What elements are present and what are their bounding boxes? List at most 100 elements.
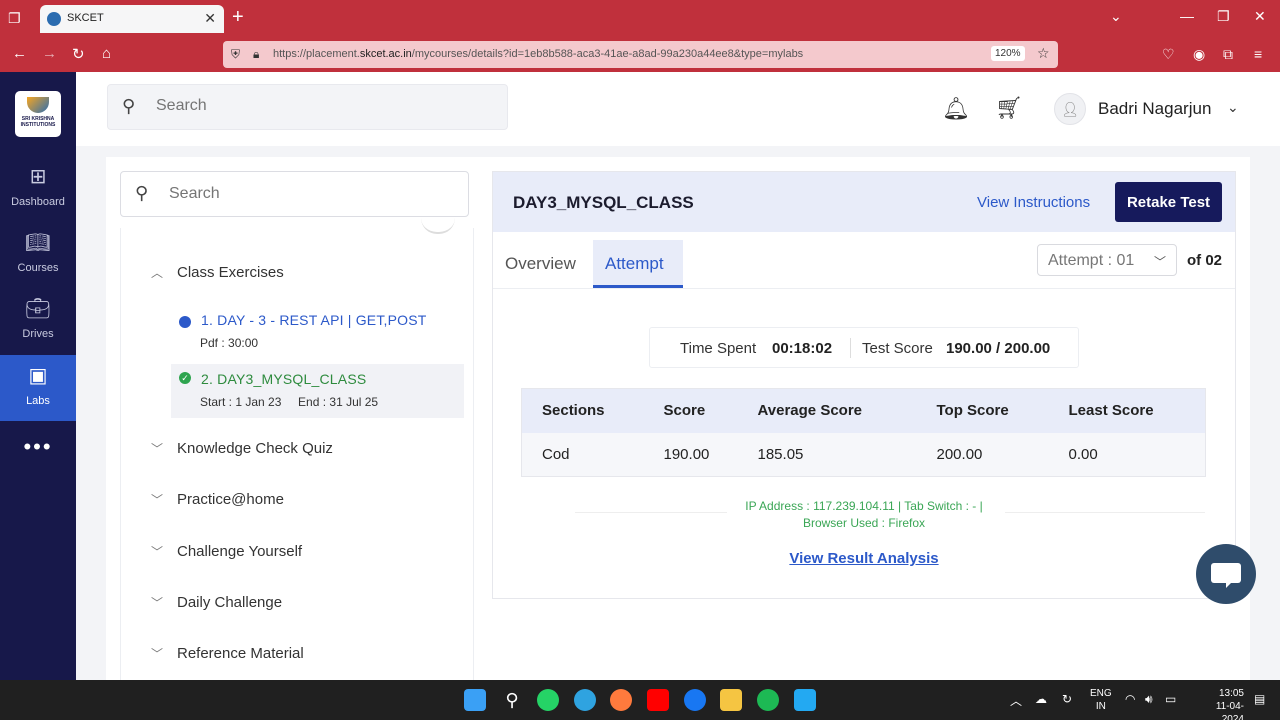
extensions-icon[interactable]: ⧉ bbox=[1223, 46, 1233, 63]
pocket-icon[interactable]: ♡ bbox=[1162, 46, 1175, 63]
completed-check-icon: ✓ bbox=[179, 372, 191, 384]
chevron-down-icon: ﹀ bbox=[151, 545, 164, 559]
edge-icon[interactable] bbox=[574, 689, 596, 711]
group-class-exercises[interactable]: ︿ Class Exercises bbox=[151, 264, 284, 281]
group-challenge-yourself[interactable]: ﹀ Challenge Yourself bbox=[151, 543, 302, 560]
tab-overview-icon[interactable]: ❐ bbox=[8, 10, 24, 26]
browser-navbar: ← → ↻ ⌂ ⛨ 🔒︎ https://placement.skcet.ac.… bbox=[0, 37, 1280, 72]
tab-close-icon[interactable]: ✕ bbox=[204, 10, 216, 27]
top-header: ⚲ 🔔︎ 🛒︎ 👤︎ Badri Nagarjun ⌄ bbox=[76, 72, 1280, 146]
view-result-analysis-link[interactable]: View Result Analysis bbox=[493, 550, 1235, 567]
search-icon[interactable]: ⚲ bbox=[501, 689, 523, 711]
chevron-down-icon: ﹀ bbox=[151, 493, 164, 507]
chevron-down-icon[interactable]: ⌄ bbox=[1227, 99, 1239, 116]
chevron-up-icon: ︿ bbox=[151, 266, 164, 280]
wifi-icon[interactable]: ◠ bbox=[1125, 692, 1135, 706]
chevron-down-icon: ﹀ bbox=[151, 647, 164, 661]
sidebar-item-courses[interactable]: 📖︎ Courses bbox=[0, 222, 76, 284]
shield-icon[interactable]: ⛨ bbox=[231, 47, 240, 62]
url-bar[interactable]: ⛨ 🔒︎ https://placement.skcet.ac.in/mycou… bbox=[223, 41, 1058, 68]
youtube-icon[interactable] bbox=[647, 689, 669, 711]
tab-overview[interactable]: Overview bbox=[505, 254, 576, 274]
exercise-meta: Pdf : 30:00 bbox=[200, 336, 259, 350]
ip-info: IP Address : 117.239.104.11 | Tab Switch… bbox=[493, 498, 1235, 532]
notification-icon[interactable]: ▤ bbox=[1254, 692, 1265, 706]
briefcase-icon: 💼︎ bbox=[25, 298, 51, 320]
onedrive-cloud-icon[interactable]: ☁ bbox=[1035, 692, 1047, 706]
tab-attempt[interactable]: Attempt bbox=[593, 240, 683, 288]
more-icon[interactable]: ••• bbox=[0, 434, 76, 460]
new-tab-icon[interactable]: + bbox=[232, 6, 244, 29]
attempt-header: DAY3_MYSQL_CLASS View Instructions Retak… bbox=[493, 172, 1235, 232]
chat-button[interactable] bbox=[1196, 544, 1256, 604]
user-name[interactable]: Badri Nagarjun bbox=[1098, 99, 1211, 119]
spotify-icon[interactable] bbox=[757, 689, 779, 711]
table-cell: 200.00 bbox=[916, 432, 1049, 477]
clock[interactable]: 13:05 11-04-2024 bbox=[1210, 687, 1244, 720]
cart-icon[interactable]: 🛒︎ bbox=[995, 95, 1023, 121]
avatar[interactable]: 👤︎ bbox=[1054, 93, 1086, 125]
browser-tab[interactable]: SKCET ✕ bbox=[40, 5, 224, 33]
lock-icon[interactable]: 🔒︎ bbox=[253, 47, 259, 62]
sidebar-item-label: Dashboard bbox=[11, 196, 65, 208]
reload-icon[interactable]: ↻ bbox=[72, 45, 85, 63]
test-score-label: Test Score bbox=[862, 340, 933, 357]
whatsapp-icon[interactable] bbox=[537, 689, 559, 711]
account-icon[interactable]: ◉ bbox=[1193, 46, 1205, 63]
back-icon[interactable]: ← bbox=[12, 45, 27, 62]
sidebar-item-dashboard[interactable]: ⊞ Dashboard bbox=[0, 156, 76, 218]
group-knowledge-check[interactable]: ﹀ Knowledge Check Quiz bbox=[151, 440, 333, 457]
divider bbox=[850, 338, 851, 358]
restore-icon[interactable]: ❐ bbox=[1217, 8, 1230, 25]
tab-list-icon[interactable]: ⌄ bbox=[1110, 8, 1122, 25]
header-search[interactable]: ⚲ bbox=[107, 84, 508, 130]
attempt-count: of 02 bbox=[1187, 252, 1223, 269]
menu-icon[interactable]: ≡ bbox=[1254, 46, 1262, 62]
sidebar-item-drives[interactable]: 💼︎ Drives bbox=[0, 288, 76, 350]
chevron-down-icon: ﹀ bbox=[151, 442, 164, 456]
language-indicator[interactable]: ENG IN bbox=[1090, 687, 1112, 713]
exercise-list: ︿ Class Exercises 1. DAY - 3 - REST API |… bbox=[120, 228, 474, 680]
group-label: Knowledge Check Quiz bbox=[177, 440, 333, 457]
table-row: Cod 190.00 185.05 200.00 0.00 bbox=[521, 432, 1206, 477]
group-practice-home[interactable]: ﹀ Practice@home bbox=[151, 491, 284, 508]
exercise-search[interactable]: ⚲ bbox=[120, 171, 469, 217]
vscode-icon[interactable] bbox=[794, 689, 816, 711]
retake-test-button[interactable]: Retake Test bbox=[1115, 182, 1222, 222]
header-search-input[interactable] bbox=[156, 97, 486, 115]
logo-mark bbox=[27, 97, 49, 113]
exercise-search-input[interactable] bbox=[169, 185, 449, 203]
volume-icon[interactable]: 🔊︎ bbox=[1145, 692, 1153, 707]
facebook-icon[interactable] bbox=[684, 689, 706, 711]
view-instructions-link[interactable]: View Instructions bbox=[977, 194, 1090, 211]
app-sidebar: SRI KRISHNA INSTITUTIONS ⊞ Dashboard 📖︎ … bbox=[0, 72, 76, 680]
url-text[interactable]: https://placement.skcet.ac.in/mycourses/… bbox=[273, 48, 803, 60]
table-header: Score bbox=[643, 388, 738, 433]
list-item[interactable]: 1. DAY - 3 - REST API | GET,POST Pdf : 3… bbox=[171, 312, 464, 352]
table-header: Top Score bbox=[916, 388, 1049, 433]
notification-bell-icon[interactable]: 🔔︎ bbox=[942, 96, 970, 122]
skcet-logo[interactable]: SRI KRISHNA INSTITUTIONS bbox=[15, 91, 61, 137]
minimize-icon[interactable]: — bbox=[1180, 8, 1194, 24]
battery-icon[interactable]: ▭ bbox=[1165, 692, 1176, 706]
book-icon: 📖︎ bbox=[25, 232, 51, 254]
chat-bubble-tail bbox=[1226, 581, 1233, 588]
window-close-icon[interactable]: ✕ bbox=[1254, 8, 1266, 25]
tray-chevron-up-icon[interactable]: ︿ bbox=[1010, 692, 1022, 709]
list-item[interactable]: ✓ 2. DAY3_MYSQL_CLASS Start : 1 Jan 23 E… bbox=[171, 364, 464, 418]
region-code: IN bbox=[1095, 701, 1106, 712]
sync-icon[interactable]: ↻ bbox=[1062, 692, 1072, 706]
bookmark-star-icon[interactable]: ☆ bbox=[1037, 45, 1050, 62]
sidebar-item-labs[interactable]: ▣ Labs bbox=[0, 355, 76, 421]
tab-title: SKCET bbox=[67, 12, 104, 24]
file-explorer-icon[interactable] bbox=[720, 689, 742, 711]
attempt-select[interactable]: Attempt : 01 ﹀ bbox=[1037, 244, 1177, 276]
group-reference-material[interactable]: ﹀ Reference Material bbox=[151, 645, 304, 662]
firefox-icon[interactable] bbox=[610, 689, 632, 711]
home-icon[interactable]: ⌂ bbox=[102, 45, 111, 62]
zoom-level[interactable]: 120% bbox=[991, 46, 1025, 61]
sidebar-item-label: Labs bbox=[26, 395, 50, 407]
group-daily-challenge[interactable]: ﹀ Daily Challenge bbox=[151, 594, 282, 611]
windows-start-icon[interactable] bbox=[464, 689, 486, 711]
forward-icon[interactable]: → bbox=[42, 45, 57, 62]
